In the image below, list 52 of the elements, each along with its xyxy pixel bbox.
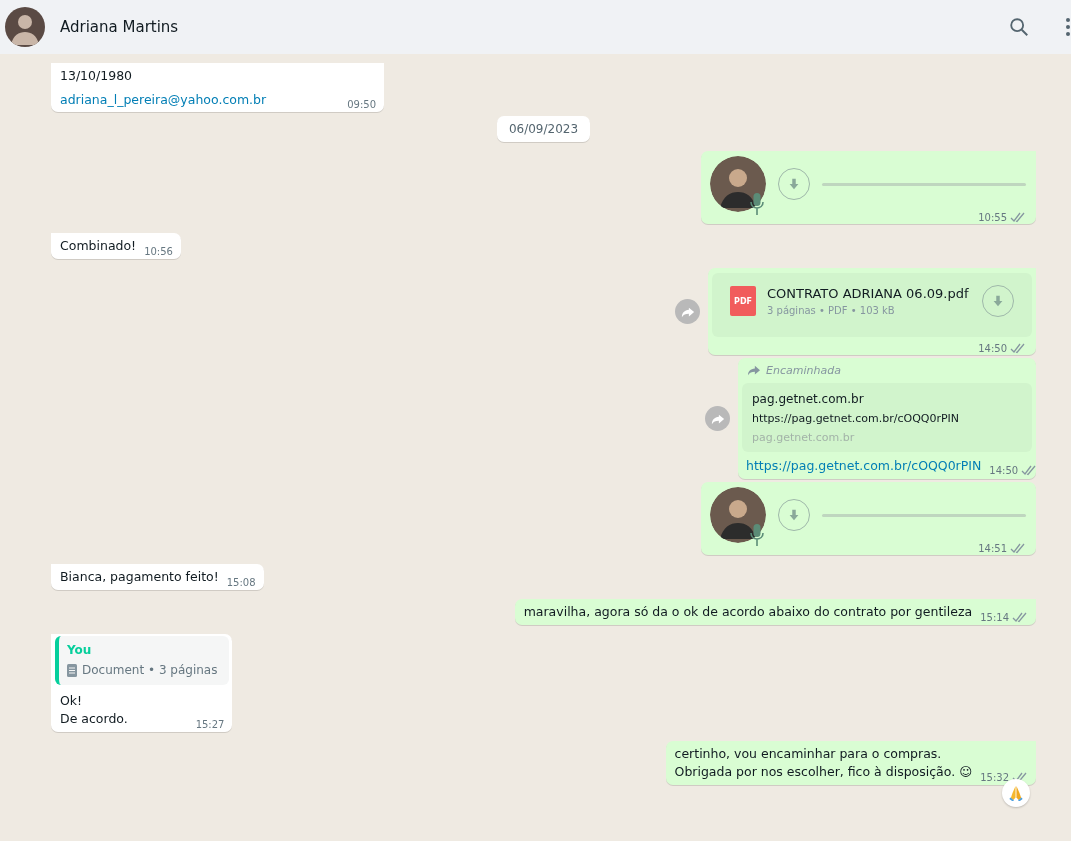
message-link[interactable]: adriana_l_pereira@yahoo.com.br bbox=[60, 92, 267, 107]
message-time: 14:50 bbox=[978, 343, 1007, 354]
message-text: Bianca, pagamento feito! bbox=[60, 569, 219, 585]
link-preview[interactable]: pag.getnet.com.br https://pag.getnet.com.br/cOQQ0rPIN pag.getnet.com.br bbox=[742, 383, 1032, 452]
message-time: 10:56 bbox=[144, 246, 173, 257]
message-time: 15:27 bbox=[195, 719, 225, 730]
quote-text: Document • 3 páginas bbox=[82, 663, 218, 677]
message-text: De acordo. bbox=[60, 711, 128, 727]
microphone-icon bbox=[750, 523, 764, 547]
microphone-icon bbox=[750, 192, 764, 216]
date-badge: 06/09/2023 bbox=[496, 116, 591, 142]
praying-hands-icon bbox=[1009, 785, 1023, 801]
message-text: Ok! bbox=[60, 693, 84, 709]
forwarded-icon bbox=[747, 364, 761, 377]
download-icon bbox=[991, 294, 1005, 308]
reaction-badge[interactable] bbox=[1002, 779, 1030, 807]
document-details: 3 páginas • PDF • 103 kB bbox=[767, 305, 896, 316]
contact-avatar[interactable] bbox=[5, 7, 45, 47]
search-icon[interactable] bbox=[1008, 16, 1030, 38]
document-card[interactable]: PDF CONTRATO ADRIANA 06.09.pdf 3 páginas • PDF • 103 kB bbox=[712, 273, 1032, 337]
download-icon bbox=[787, 177, 801, 191]
message-text: Obrigada por nos escolher, fico à disposição. ☺ bbox=[674, 764, 973, 780]
audio-progress-track[interactable] bbox=[822, 513, 1026, 517]
message-text: maravilha, agora só da o ok de acordo abaixo do contrato por gentileza bbox=[523, 604, 973, 620]
message-time: 09:50 bbox=[347, 99, 376, 110]
contact-name[interactable]: Adriana Martins bbox=[60, 18, 1008, 36]
message-text: certinho, vou encaminhar para o compras. bbox=[674, 746, 943, 762]
forward-button[interactable] bbox=[675, 299, 700, 324]
forward-button[interactable] bbox=[705, 406, 730, 431]
document-name: CONTRATO ADRIANA 06.09.pdf bbox=[767, 286, 970, 301]
message-time: 15:14 bbox=[980, 612, 1009, 623]
message-time: 15:32 bbox=[980, 772, 1009, 783]
download-icon bbox=[787, 508, 801, 522]
sender-avatar bbox=[710, 487, 766, 543]
pdf-icon: PDF bbox=[730, 286, 756, 316]
message-time: 10:55 bbox=[978, 212, 1007, 223]
forwarded-label: Encaminhada bbox=[766, 364, 841, 377]
message-time: 15:08 bbox=[226, 577, 256, 588]
message-time: 14:51 bbox=[978, 543, 1007, 554]
message-text: Combinado! bbox=[60, 238, 137, 254]
menu-icon[interactable] bbox=[1066, 17, 1070, 37]
quoted-message[interactable]: You Document • 3 páginas bbox=[55, 636, 230, 685]
audio-progress-track[interactable] bbox=[822, 182, 1026, 186]
quote-author: You bbox=[67, 643, 93, 657]
message-time: 14:50 bbox=[989, 465, 1019, 476]
preview-title: pag.getnet.com.br bbox=[752, 392, 865, 406]
message-text: 13/10/1980 bbox=[60, 68, 134, 84]
preview-url: https://pag.getnet.com.br/cOQQ0rPIN bbox=[752, 412, 961, 425]
sender-avatar bbox=[710, 156, 766, 212]
preview-domain: pag.getnet.com.br bbox=[752, 431, 856, 444]
document-icon bbox=[67, 663, 77, 677]
message-link[interactable]: https://pag.getnet.com.br/cOQQ0rPIN bbox=[746, 458, 982, 473]
